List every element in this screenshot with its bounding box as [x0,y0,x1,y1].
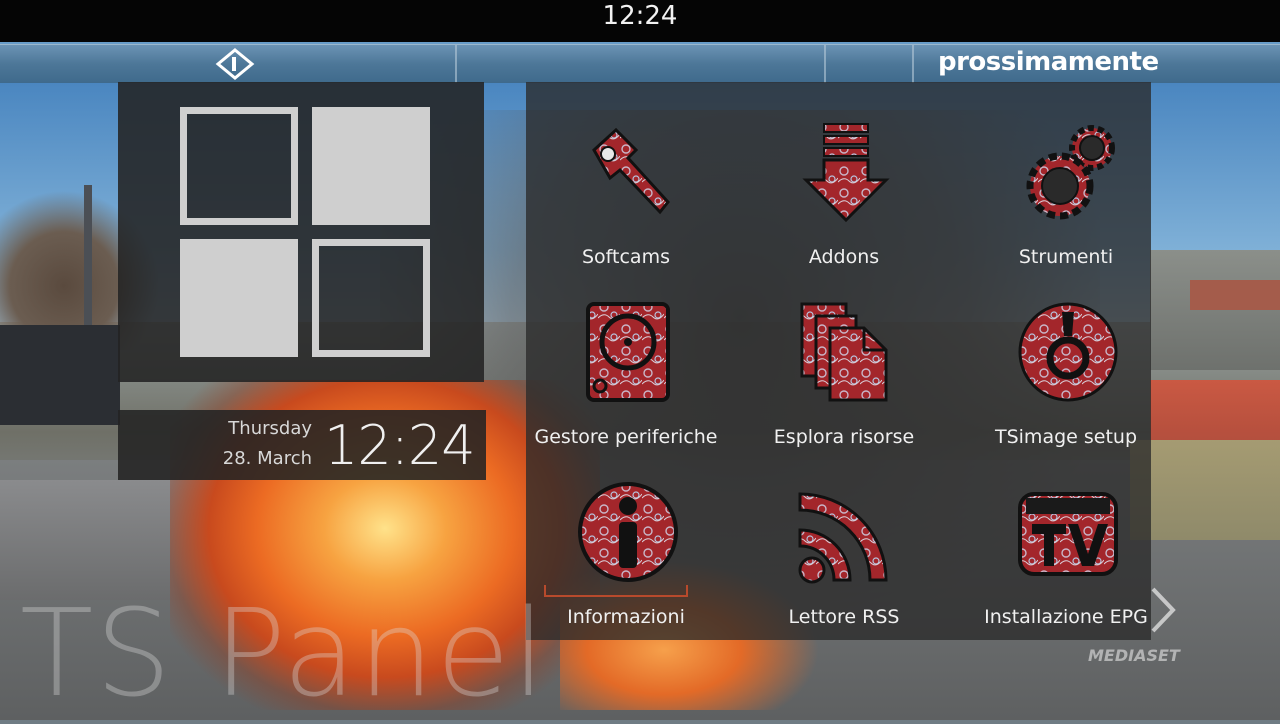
menu-item-softcams[interactable]: Softcams [526,82,726,268]
date-label: 28. March [222,448,312,469]
status-clock: 12:24 [602,1,678,31]
tile-logo-panel [118,82,484,382]
status-bar: 12:24 [0,0,1280,42]
main-menu: Softcams Addons Strumenti Gestore perife… [526,82,1151,640]
tile-bottom-left [180,239,298,357]
gears-icon [1026,125,1115,220]
menu-item-strumenti[interactable]: Strumenti [966,82,1166,268]
ts-panel-watermark: TS Panel [20,585,548,724]
tile-top-left [180,107,298,225]
info-icon [578,482,678,582]
tile-top-right [312,107,430,225]
channel-logo-icon [215,48,255,80]
menu-item-gestore-periferiche[interactable]: Gestore periferiche [526,262,726,448]
menu-item-installazione-epg[interactable]: Installazione EPG [966,442,1166,628]
menu-item-label: Lettore RSS [788,606,900,628]
assistenza-tv-icon [1018,492,1118,576]
channel-banner: prossimamente [0,44,1280,83]
weekday-label: Thursday [228,418,312,439]
next-page-arrow-icon[interactable] [1147,585,1177,635]
menu-item-tsimage-setup[interactable]: TSimage setup [966,262,1166,448]
promo-text: prossimamente [938,47,1159,77]
wrench-icon [592,127,670,215]
download-arrow-icon [802,123,890,223]
menu-item-esplora-risorse[interactable]: Esplora risorse [744,262,944,448]
menu-item-addons[interactable]: Addons [744,82,944,268]
selection-indicator [544,585,688,597]
channel-watermark: MEDIASET [1088,646,1180,665]
hard-drive-icon [586,302,670,402]
tile-bottom-right [312,239,430,357]
date-time-panel: Thursday 28. March 12:24 [118,410,486,480]
menu-item-lettore-rss[interactable]: Lettore RSS [744,442,944,628]
dial-icon [1018,302,1118,402]
rss-icon [798,492,888,584]
files-icon [800,302,888,402]
big-clock: 12:24 [324,414,476,477]
